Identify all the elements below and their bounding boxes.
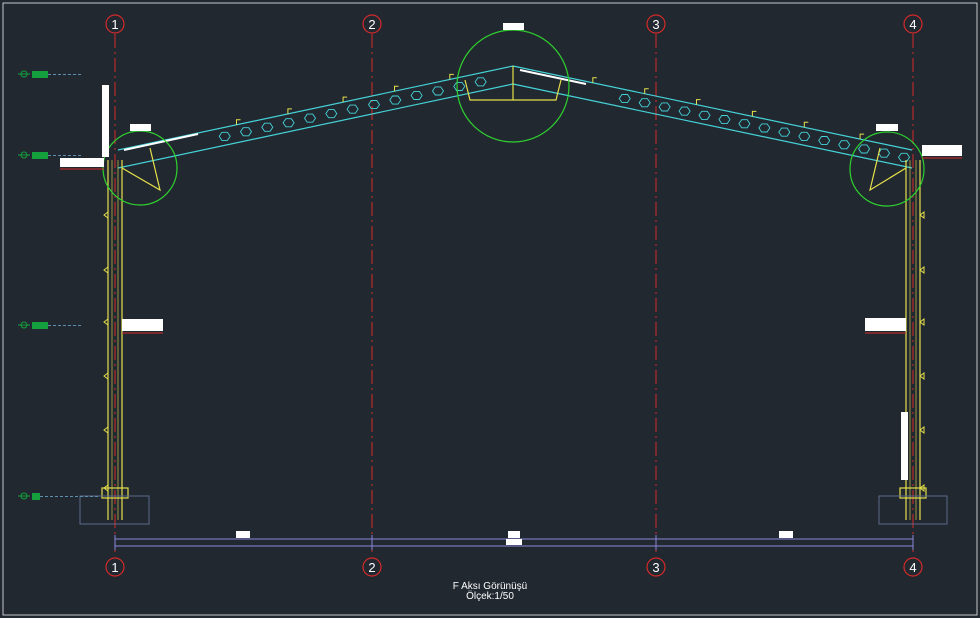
truss-opening <box>618 94 631 104</box>
axis-label-top-3: 3 <box>652 17 659 32</box>
roof-sheeting <box>123 69 587 151</box>
roof-purlin <box>751 110 757 117</box>
level-marker-2 <box>18 151 82 159</box>
truss-bottom-chord-left <box>117 83 514 169</box>
truss-opening <box>738 119 751 129</box>
axis-bubble-top-3: 3 <box>646 14 666 34</box>
truss-opening <box>389 95 402 105</box>
truss-opening <box>798 131 811 141</box>
truss-opening <box>431 86 445 96</box>
truss-opening <box>218 131 231 141</box>
roof-purlin <box>803 121 809 128</box>
level-marker-1 <box>18 70 82 78</box>
truss-web-openings <box>218 77 911 162</box>
truss-opening <box>878 148 891 158</box>
axis-bubbles-bottom: 1 2 3 4 <box>105 557 923 577</box>
axis-bubble-bottom-3: 3 <box>646 557 666 577</box>
axis-bubble-bottom-1: 1 <box>105 557 125 577</box>
axis-label-bottom-2: 2 <box>368 560 375 575</box>
frame-elevation-drawing: 1 2 3 4 1 2 3 4 <box>2 2 978 616</box>
level-marker-4 <box>18 492 100 500</box>
truss-opening <box>897 152 911 162</box>
axis-label-bottom-4: 4 <box>909 560 916 575</box>
axis-label-top-4: 4 <box>909 17 916 32</box>
truss-opening <box>346 104 359 114</box>
detail-circles <box>102 29 925 207</box>
truss-opening <box>453 81 466 91</box>
truss-opening <box>678 106 691 116</box>
axis-label-bottom-3: 3 <box>652 560 659 575</box>
level-markers <box>18 70 100 500</box>
truss-opening <box>410 90 423 100</box>
roof-purlin <box>644 88 649 94</box>
truss-opening <box>658 102 671 112</box>
truss-opening <box>758 123 771 133</box>
truss-opening <box>282 118 295 128</box>
axis-label-top-2: 2 <box>368 17 375 32</box>
truss-top-chord-right <box>512 65 913 151</box>
roof-truss <box>117 65 913 169</box>
steel-columns <box>101 66 927 520</box>
haunch-left <box>121 147 161 192</box>
label-underlines <box>60 157 962 334</box>
purlin-brackets <box>103 211 925 492</box>
truss-opening <box>698 110 711 120</box>
label-blocks <box>60 23 962 545</box>
axis-bubble-top-4: 4 <box>903 14 923 34</box>
level-marker-3 <box>18 321 82 329</box>
truss-opening <box>718 115 731 125</box>
axis-label-bottom-1: 1 <box>111 560 118 575</box>
truss-opening <box>858 144 871 154</box>
truss-opening <box>638 98 651 108</box>
axis-bubble-top-2: 2 <box>362 14 382 34</box>
truss-opening <box>325 109 338 119</box>
roof-purlin <box>592 77 597 83</box>
roof-purlin <box>696 99 701 105</box>
truss-opening <box>239 127 253 137</box>
truss-opening <box>303 113 317 123</box>
drawing-scale: Ölçek:1/50 <box>466 591 514 602</box>
truss-opening <box>818 136 831 146</box>
axis-bubble-top-1: 1 <box>105 14 125 34</box>
truss-opening <box>367 100 381 110</box>
axis-bubble-bottom-2: 2 <box>362 557 382 577</box>
roof-purlins <box>236 73 865 140</box>
truss-top-chord-left <box>117 65 514 151</box>
detail-circle-right-eave <box>849 131 925 207</box>
foundations <box>79 495 948 525</box>
detail-circle-left-eave <box>102 130 178 206</box>
truss-opening <box>474 77 487 87</box>
roof-purlin <box>859 133 865 140</box>
truss-opening <box>838 140 851 150</box>
truss-opening <box>261 122 274 132</box>
axis-lines <box>114 34 914 556</box>
axis-bubble-bottom-4: 4 <box>903 557 923 577</box>
truss-opening <box>778 127 791 137</box>
axis-label-top-1: 1 <box>111 17 118 32</box>
